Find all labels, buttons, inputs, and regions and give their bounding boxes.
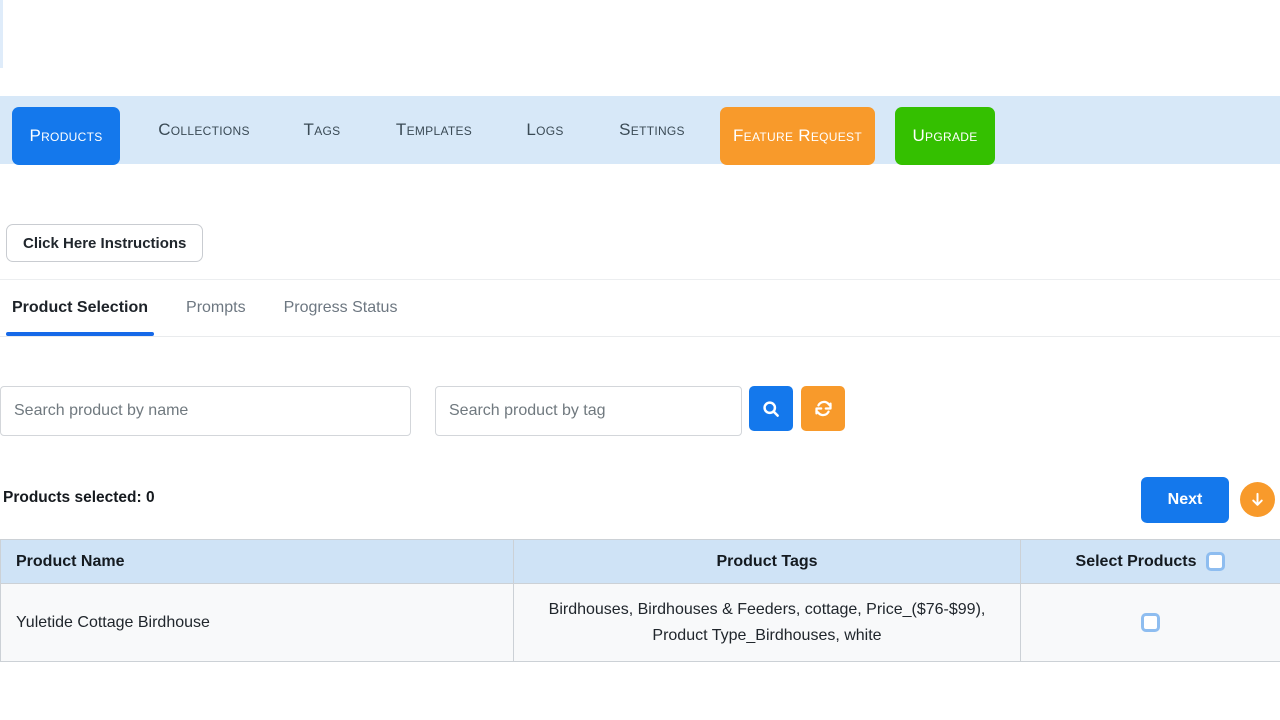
refresh-button[interactable] xyxy=(801,386,845,431)
select-products-label: Select Products xyxy=(1076,553,1197,571)
scroll-down-button[interactable] xyxy=(1240,482,1275,517)
nav-label: Collections xyxy=(158,120,250,140)
click-here-instructions-button[interactable]: Click Here Instructions xyxy=(6,224,203,262)
search-toolbar: Sync Products xyxy=(0,386,1280,436)
table-body: Yuletide Cottage Birdhouse Birdhouses, B… xyxy=(1,584,1280,662)
section-tabs: Product Selection Prompts Progress Statu… xyxy=(0,279,1280,337)
arrow-down-icon xyxy=(1249,491,1266,508)
column-header-product-name[interactable]: Product Name xyxy=(1,540,514,584)
nav-label: Tags xyxy=(304,120,341,140)
column-header-select-products: Select Products xyxy=(1021,540,1280,584)
nav-item-collections[interactable]: Collections xyxy=(150,96,258,164)
nav-item-upgrade[interactable]: Upgrade xyxy=(895,107,995,165)
table-row: Yuletide Cottage Birdhouse Birdhouses, B… xyxy=(1,584,1280,662)
instructions-row: Click Here Instructions xyxy=(0,224,1280,262)
nav-item-settings[interactable]: Settings xyxy=(606,96,698,164)
next-button[interactable]: Next xyxy=(1141,477,1229,523)
nav-item-templates[interactable]: Templates xyxy=(386,96,482,164)
nav-label: Templates xyxy=(396,120,472,140)
top-blank-strip xyxy=(0,0,1280,95)
nav-label: Feature Request xyxy=(733,126,862,146)
column-header-product-tags[interactable]: Product Tags xyxy=(514,540,1021,584)
products-table: Product Name Product Tags Select Product… xyxy=(0,539,1280,662)
row-select-checkbox[interactable] xyxy=(1141,613,1160,632)
products-selected-count: Products selected: 0 xyxy=(3,489,155,507)
tab-progress-status[interactable]: Progress Status xyxy=(278,280,404,336)
refresh-icon xyxy=(813,398,834,419)
cell-product-tags: Birdhouses, Birdhouses & Feeders, cottag… xyxy=(514,584,1021,662)
nav-item-tags[interactable]: Tags xyxy=(288,96,356,164)
tab-label: Product Selection xyxy=(12,299,148,317)
search-product-tag-input[interactable] xyxy=(435,386,742,436)
main-navigation: Products Collections Tags Templates Logs… xyxy=(0,96,1280,164)
search-icon xyxy=(761,399,781,419)
tab-label: Prompts xyxy=(186,299,246,317)
select-all-checkbox[interactable] xyxy=(1206,552,1225,571)
search-button[interactable] xyxy=(749,386,793,431)
tab-product-selection[interactable]: Product Selection xyxy=(6,280,154,336)
tab-prompts[interactable]: Prompts xyxy=(180,280,252,336)
left-edge-accent xyxy=(0,0,3,68)
nav-label: Settings xyxy=(619,120,685,140)
app-page: Products Collections Tags Templates Logs… xyxy=(0,0,1280,720)
nav-label: Products xyxy=(29,126,102,146)
cell-product-name: Yuletide Cottage Birdhouse xyxy=(1,584,514,662)
search-product-name-input[interactable] xyxy=(0,386,411,436)
nav-item-logs[interactable]: Logs xyxy=(512,96,578,164)
products-table-wrapper: Product Name Product Tags Select Product… xyxy=(0,539,1280,662)
tab-label: Progress Status xyxy=(284,299,398,317)
nav-item-products[interactable]: Products xyxy=(12,107,120,165)
nav-item-feature-request[interactable]: Feature Request xyxy=(720,107,875,165)
cell-select-product xyxy=(1021,584,1280,662)
nav-label: Upgrade xyxy=(912,126,977,146)
nav-label: Logs xyxy=(526,120,563,140)
table-head: Product Name Product Tags Select Product… xyxy=(1,540,1280,584)
table-header-row: Product Name Product Tags Select Product… xyxy=(1,540,1280,584)
